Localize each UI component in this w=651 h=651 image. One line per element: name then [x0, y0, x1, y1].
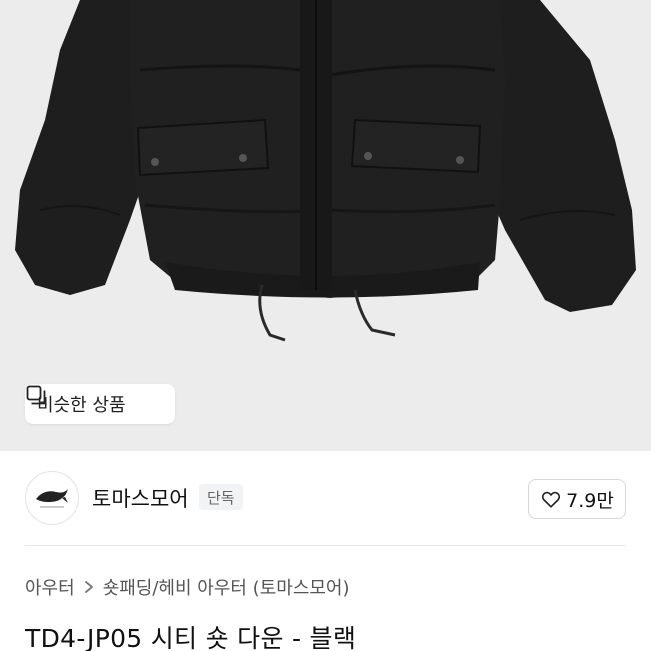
whale-logo-icon — [36, 489, 68, 508]
exclusive-badge: 단독 — [199, 484, 243, 510]
heart-outline-icon — [542, 491, 561, 508]
divider — [25, 545, 626, 546]
brand-logo[interactable] — [25, 471, 79, 525]
like-button[interactable]: 7.9만 — [528, 479, 626, 519]
chevron-right-icon — [84, 581, 93, 593]
breadcrumb-item-category[interactable]: 숏패딩/헤비 아우터 (토마스모어) — [103, 574, 350, 600]
like-count: 7.9만 — [566, 489, 614, 512]
product-image[interactable]: 비슷한 상품 — [0, 0, 651, 451]
breadcrumb: 아우터 숏패딩/헤비 아우터 (토마스모어) — [25, 574, 350, 600]
brand-row: 토마스모어 단독 7.9만 — [0, 451, 651, 545]
similar-items-icon — [26, 385, 46, 405]
similar-products-button[interactable]: 비슷한 상품 — [25, 384, 175, 424]
product-title: TD4-JP05 시티 숏 다운 - 블랙 — [25, 624, 357, 651]
similar-products-label: 비슷한 상품 — [37, 395, 126, 416]
brand-name[interactable]: 토마스모어 — [92, 483, 189, 513]
breadcrumb-item-outer[interactable]: 아우터 — [25, 574, 75, 600]
